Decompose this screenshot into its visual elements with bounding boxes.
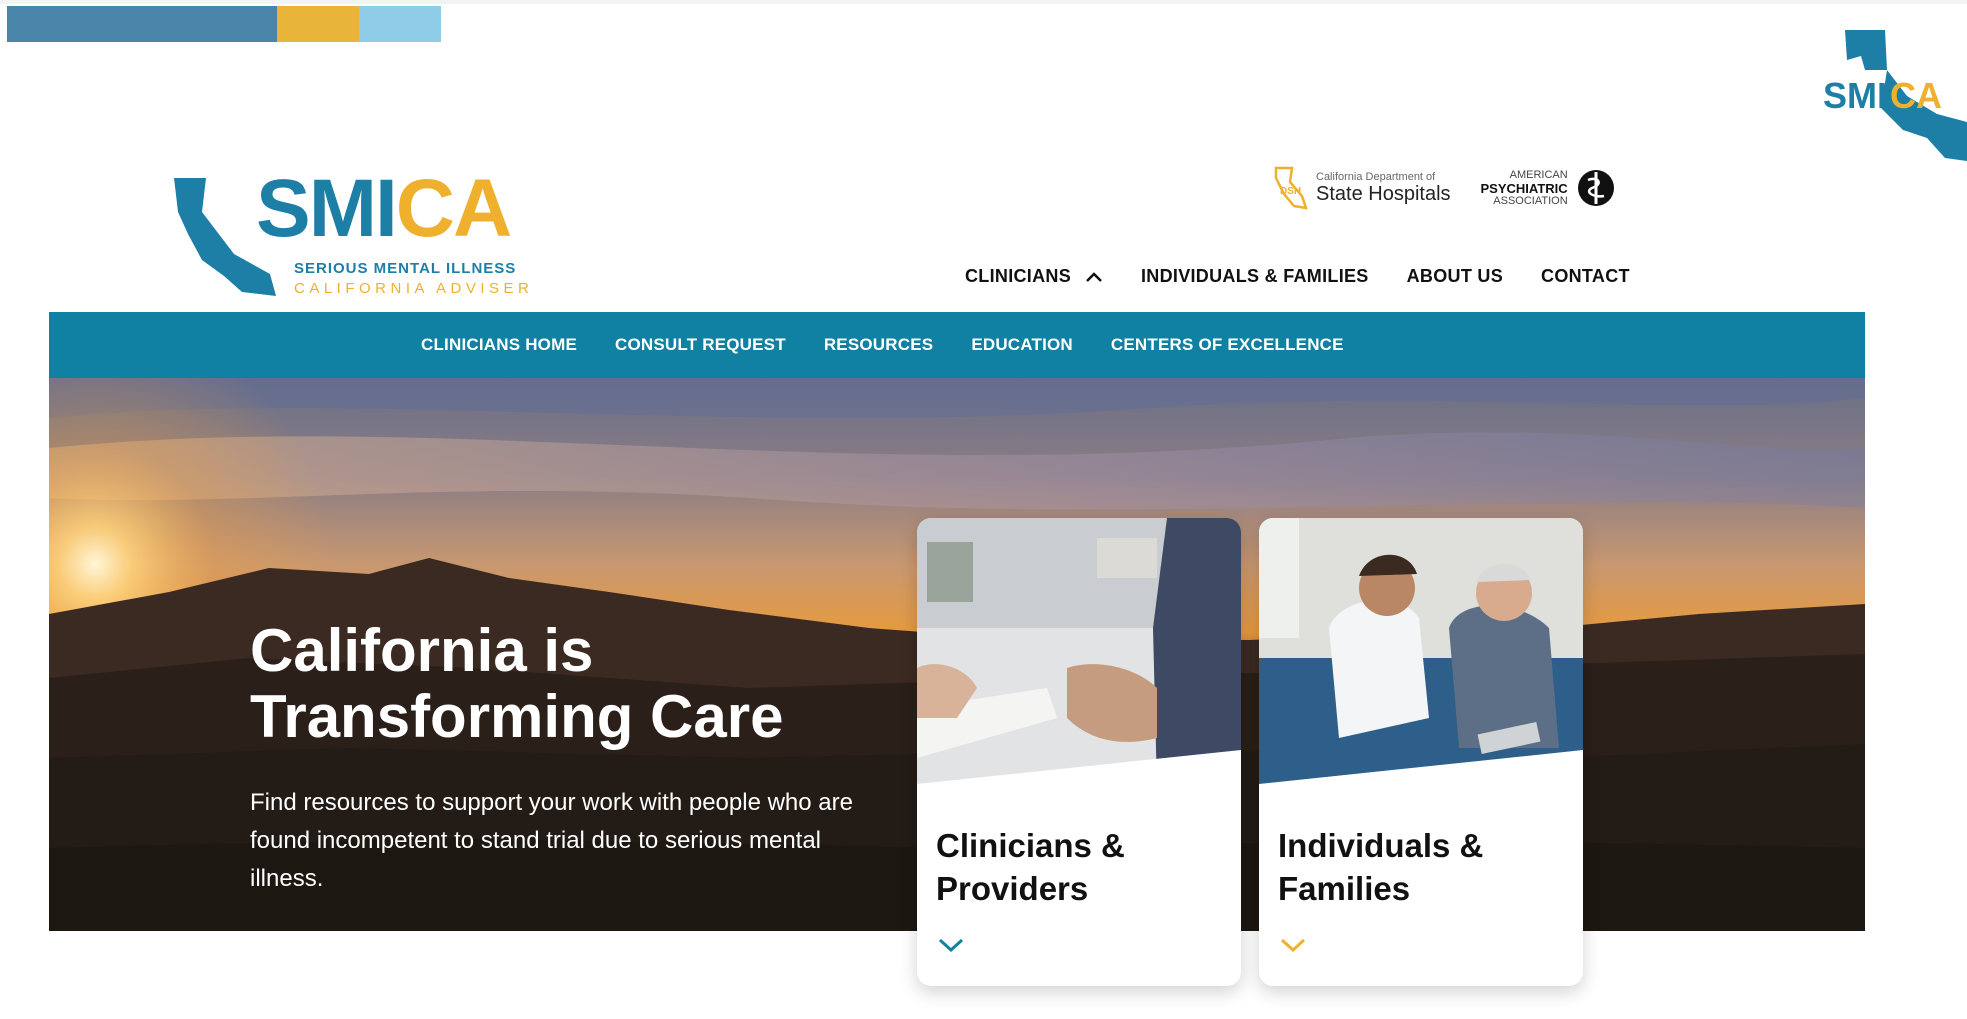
chevron-down-icon[interactable] [1279, 936, 1307, 954]
nav-contact-label: CONTACT [1541, 266, 1630, 286]
apa-line-2: PSYCHIATRIC [1480, 180, 1568, 196]
logo-tagline-primary: SERIOUS MENTAL ILLNESS [294, 260, 517, 277]
page-top-border [0, 0, 1967, 4]
apa-logo[interactable]: AMERICAN PSYCHIATRIC ASSOCIATION [1481, 164, 1616, 212]
subnav-clinicians-home[interactable]: CLINICIANS HOME [421, 335, 577, 355]
brand-color-bar [7, 6, 441, 42]
card-individuals-title: Individuals & Families [1278, 827, 1484, 907]
dsh-name: State Hospitals [1316, 182, 1451, 205]
nav-individuals-families[interactable]: INDIVIDUALS & FAMILIES [1141, 266, 1369, 287]
svg-text:DSH: DSH [1280, 186, 1301, 197]
family-tablet-photo [1259, 518, 1583, 788]
logo-ca-text: CA [395, 163, 512, 254]
nav-about-us-label: ABOUT US [1406, 266, 1504, 286]
clinician-consultation-photo [917, 518, 1241, 788]
apa-line-1: AMERICAN [1509, 168, 1568, 181]
logo-tagline-secondary: CALIFORNIA ADVISER [294, 280, 534, 297]
apa-line-3: ASSOCIATION [1493, 194, 1568, 207]
card-individuals-families[interactable]: Individuals & Families [1259, 518, 1583, 986]
svg-text:CA: CA [1890, 75, 1942, 116]
main-navigation: CLINICIANS INDIVIDUALS & FAMILIES ABOUT … [965, 266, 1630, 287]
color-segment-blue [7, 6, 277, 42]
apa-seal-icon [1577, 170, 1614, 206]
hero-title: California is Transforming Care [250, 617, 784, 750]
dsh-badge-icon: DSH [1274, 166, 1308, 210]
color-segment-light-blue [359, 6, 441, 42]
card-clinicians-providers[interactable]: Clinicians & Providers [917, 518, 1241, 986]
subnav-education[interactable]: EDUCATION [971, 335, 1073, 355]
clinicians-subnav: CLINICIANS HOME CONSULT REQUEST RESOURCE… [49, 312, 1865, 378]
partner-logos: DSH California Department of State Hospi… [1272, 164, 1616, 212]
subnav-centers-of-excellence[interactable]: CENTERS OF EXCELLENCE [1111, 335, 1344, 355]
dsh-logo[interactable]: DSH California Department of State Hospi… [1272, 166, 1451, 210]
nav-about-us[interactable]: ABOUT US [1407, 266, 1503, 287]
chevron-up-icon[interactable] [1085, 271, 1103, 283]
chevron-down-icon[interactable] [937, 936, 965, 954]
hero-description: Find resources to support your work with… [250, 789, 853, 892]
corner-smica-logo-icon: SMI CA [1823, 30, 1967, 161]
svg-text:SMI: SMI [1823, 75, 1887, 116]
smica-logo[interactable]: SMICA SERIOUS MENTAL ILLNESS CALIFORNIA … [172, 168, 564, 300]
nav-contact[interactable]: CONTACT [1541, 266, 1630, 287]
logo-smi-text: SMI [256, 163, 398, 254]
subnav-resources[interactable]: RESOURCES [824, 335, 934, 355]
card-clinicians-title: Clinicians & Providers [936, 827, 1125, 907]
subnav-consult-request[interactable]: CONSULT REQUEST [615, 335, 786, 355]
nav-individuals-families-label: INDIVIDUALS & FAMILIES [1141, 266, 1369, 286]
nav-clinicians-label: CLINICIANS [965, 266, 1071, 286]
color-segment-gold [277, 6, 359, 42]
dsh-department-label: California Department of [1316, 170, 1436, 183]
logo-wordmark: SMICA [256, 168, 512, 250]
nav-clinicians[interactable]: CLINICIANS [965, 266, 1103, 287]
